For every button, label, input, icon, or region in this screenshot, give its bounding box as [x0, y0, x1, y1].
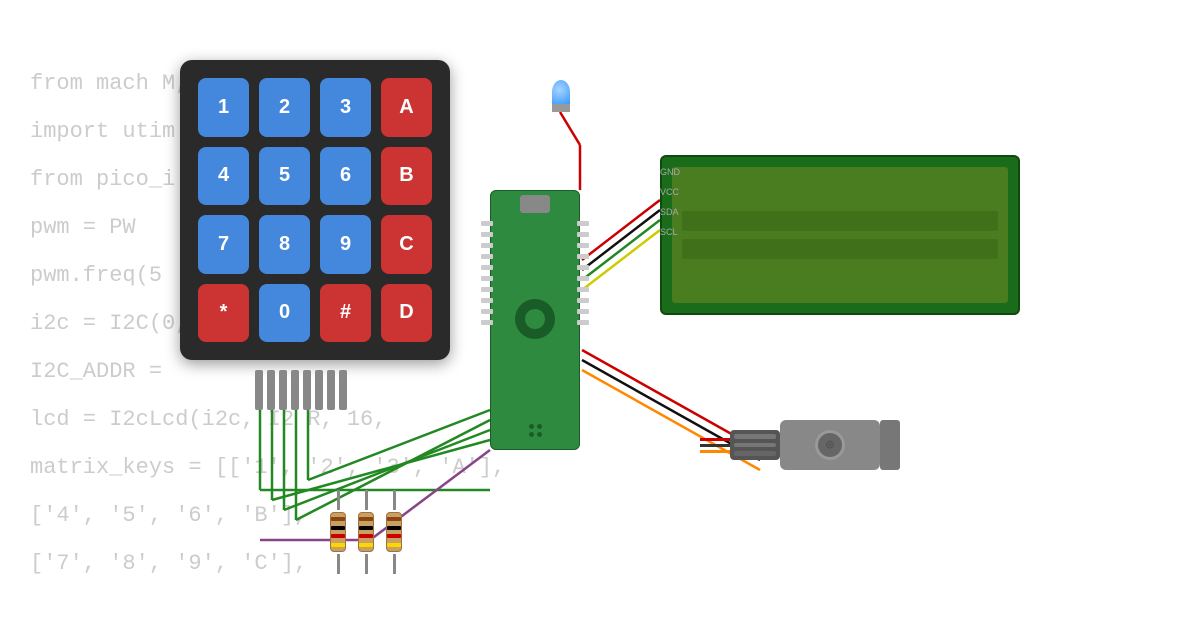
keypad-key-4[interactable]: 4	[198, 147, 249, 206]
pico-logo	[515, 299, 555, 339]
servo-mount	[880, 420, 900, 470]
keypad-connector	[255, 370, 347, 410]
resistor-1	[330, 490, 346, 574]
resistor-3	[386, 490, 402, 574]
lcd-label-sda: SDA	[660, 207, 680, 217]
circuit-diagram: 123A 456B 789C *0#D	[0, 0, 1200, 630]
lcd-screen	[672, 167, 1008, 303]
keypad-key-d[interactable]: D	[381, 284, 432, 343]
servo-body: ⊗	[780, 420, 880, 470]
resistor-2	[358, 490, 374, 574]
keypad-key-7[interactable]: 7	[198, 215, 249, 274]
pico-usb-port	[520, 195, 550, 213]
led-component	[552, 80, 570, 112]
servo-gear-icon: ⊗	[815, 430, 845, 460]
resistors	[330, 490, 402, 574]
servo-motor: ⊗	[700, 420, 900, 470]
keypad-key-6[interactable]: 6	[320, 147, 371, 206]
keypad: 123A 456B 789C *0#D	[180, 60, 450, 360]
lcd-label-gnd: GND	[660, 167, 680, 177]
servo-wire-orange	[700, 450, 730, 453]
pico-right-pins	[577, 221, 589, 325]
keypad-key-b[interactable]: B	[381, 147, 432, 206]
keypad-key-#[interactable]: #	[320, 284, 371, 343]
keypad-key-*[interactable]: *	[198, 284, 249, 343]
lcd-display	[660, 155, 1020, 315]
keypad-key-c[interactable]: C	[381, 215, 432, 274]
keypad-key-2[interactable]: 2	[259, 78, 310, 137]
pico-left-pins	[481, 221, 493, 325]
servo-wire-red	[700, 438, 730, 441]
keypad-key-3[interactable]: 3	[320, 78, 371, 137]
keypad-key-8[interactable]: 8	[259, 215, 310, 274]
keypad-key-9[interactable]: 9	[320, 215, 371, 274]
lcd-label-scl: SCL	[660, 227, 680, 237]
lcd-labels: GND VCC SDA SCL	[657, 155, 683, 249]
keypad-key-5[interactable]: 5	[259, 147, 310, 206]
raspberry-pi-pico	[490, 190, 580, 450]
servo-wire-black	[700, 444, 730, 447]
keypad-key-a[interactable]: A	[381, 78, 432, 137]
servo-connector	[730, 430, 780, 460]
keypad-key-1[interactable]: 1	[198, 78, 249, 137]
pico-debug-dots	[529, 424, 542, 437]
lcd-label-vcc: VCC	[660, 187, 680, 197]
servo-wires	[700, 438, 730, 453]
keypad-key-0[interactable]: 0	[259, 284, 310, 343]
